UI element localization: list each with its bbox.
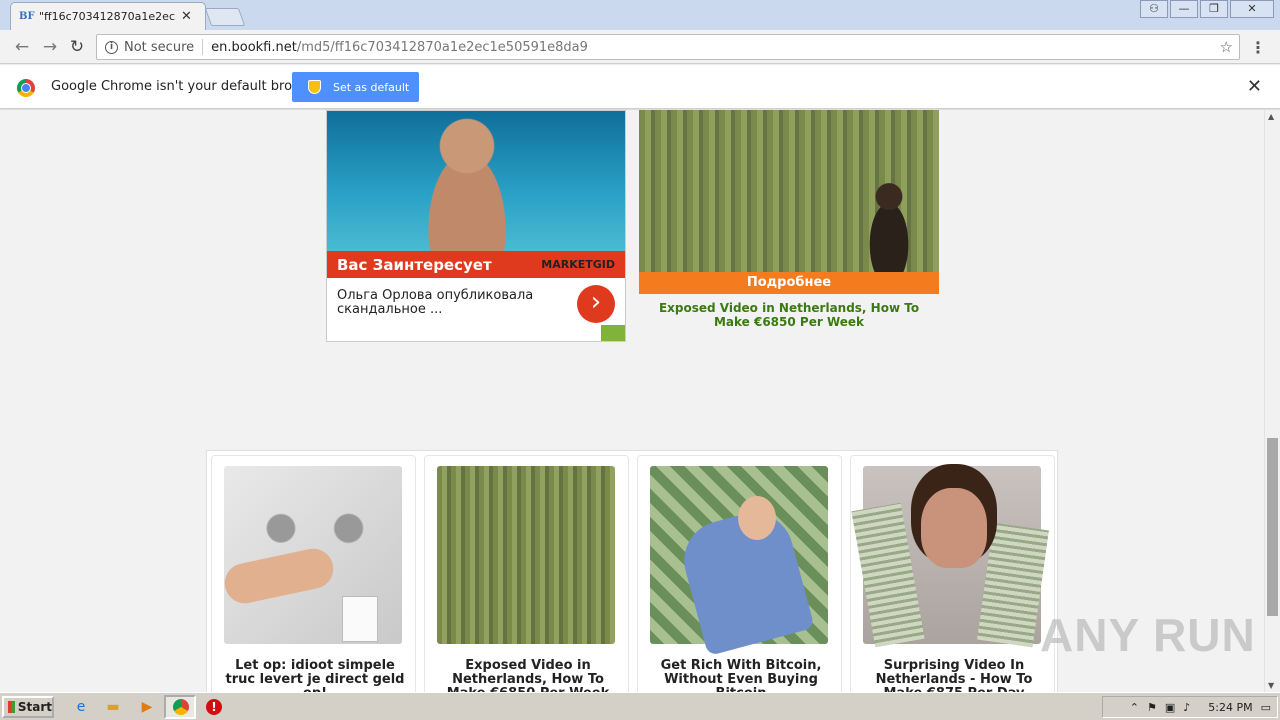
ad-banner-title: Вас Заинтересует [337, 255, 492, 274]
more-details-button[interactable]: Подробнее [639, 272, 939, 294]
media-player-icon[interactable]: ▶ [138, 698, 156, 716]
ad-arrow-button[interactable]: › [577, 285, 615, 323]
chrome-taskbar-button[interactable] [164, 695, 196, 719]
window-controls: ⚇ — ❐ ✕ [1140, 0, 1274, 18]
default-browser-infobar: Google Chrome isn't your default browser… [0, 65, 1280, 109]
card-money-video[interactable]: Exposed Video in Netherlands, How To Mak… [424, 455, 629, 692]
set-as-default-button[interactable]: Set as default [292, 72, 419, 102]
scrollbar-thumb[interactable] [1267, 438, 1278, 616]
bookmark-star-icon[interactable]: ☆ [1220, 38, 1233, 56]
browser-toolbar: ← → ↻ i Not secure en.bookfi.net/md5/ff1… [0, 30, 1280, 64]
tray-expand-icon[interactable]: ⌃ [1130, 701, 1139, 714]
alert-icon[interactable]: ! [206, 699, 222, 715]
page-content: Вас Заинтересует MARKETGID Ольга Орлова … [0, 110, 1264, 692]
card-image[interactable] [437, 466, 615, 644]
ad-link[interactable]: Exposed Video in Netherlands, How To Mak… [639, 301, 939, 329]
card-image[interactable] [221, 466, 402, 644]
browser-tab[interactable]: BF "ff16c703412870a1e2ec1e5 ✕ [10, 2, 206, 30]
card-socket[interactable]: Let op: idioot simpele truc levert je di… [211, 455, 416, 692]
bookfi-favicon-icon: BF [19, 10, 35, 22]
chrome-menu-icon[interactable]: ⋮ [1250, 38, 1266, 57]
reload-icon[interactable]: ↻ [67, 37, 87, 57]
windows-logo-icon [8, 701, 15, 713]
marketgid-ad[interactable]: Вас Заинтересует MARKETGID Ольга Орлова … [326, 110, 626, 342]
action-center-flag-icon[interactable]: ⚑ [1147, 701, 1157, 714]
image-finger [221, 545, 337, 607]
card-image[interactable] [851, 466, 1049, 648]
ad-image-money[interactable] [639, 110, 939, 272]
set-as-default-label: Set as default [333, 80, 410, 94]
tab-title: "ff16c703412870a1e2ec1e5 [39, 10, 175, 23]
user-profile-icon[interactable]: ⚇ [1140, 0, 1168, 18]
image-cash-left [851, 502, 925, 648]
ad-image-man [859, 180, 919, 272]
image-plug [342, 596, 378, 642]
internet-explorer-icon[interactable]: e [72, 698, 90, 716]
tab-close-icon[interactable]: ✕ [181, 9, 192, 24]
close-window-button[interactable]: ✕ [1230, 0, 1274, 18]
card-bitcoin[interactable]: Get Rich With Bitcoin, Without Even Buyi… [637, 455, 842, 692]
ad-corner-badge-icon[interactable] [601, 325, 625, 341]
shield-icon [308, 80, 321, 94]
infobar-close-icon[interactable]: ✕ [1247, 76, 1262, 97]
show-desktop-icon[interactable]: ▭ [1261, 701, 1271, 714]
network-icon[interactable]: ▣ [1165, 701, 1175, 714]
minimize-button[interactable]: — [1170, 0, 1198, 18]
card-image[interactable] [650, 466, 828, 657]
volume-icon[interactable]: ♪ [1183, 701, 1190, 714]
folder-icon[interactable]: ▬ [104, 698, 122, 716]
image-cash-right [977, 522, 1049, 648]
new-tab-button[interactable] [204, 8, 246, 26]
start-button[interactable]: Start [2, 696, 54, 718]
image-face [921, 488, 987, 568]
recommendation-cards: Let op: idioot simpele truc levert je di… [206, 450, 1058, 692]
address-separator [202, 39, 204, 55]
card-surprising-video[interactable]: Surprising Video In Netherlands - How To… [850, 455, 1055, 692]
start-label: Start [17, 700, 52, 714]
anyrun-watermark: ANY RUN [1040, 609, 1256, 661]
scroll-up-icon[interactable]: ▲ [1268, 112, 1274, 121]
security-label[interactable]: Not secure [124, 40, 194, 55]
ad-image-person [407, 111, 527, 251]
chrome-logo-icon [17, 79, 35, 97]
title-bar: BF "ff16c703412870a1e2ec1e5 ✕ ⚇ — ❐ ✕ [0, 0, 1280, 30]
clock[interactable]: 5:24 PM [1208, 701, 1252, 714]
taskbar: Start e ▬ ▶ ! ⌃ ⚑ ▣ ♪ 5:24 PM ▭ [0, 692, 1280, 720]
card-title[interactable]: Let op: idioot simpele truc levert je di… [220, 659, 410, 693]
ad-image-pool[interactable] [327, 111, 625, 251]
card-title[interactable]: Exposed Video in Netherlands, How To Mak… [433, 659, 623, 693]
restore-button[interactable]: ❐ [1200, 0, 1228, 18]
image-face [738, 496, 776, 540]
forward-arrow-icon[interactable]: → [40, 37, 60, 57]
page-scrollbar[interactable]: ▲ ▼ [1264, 110, 1280, 692]
ad-banner: Вас Заинтересует MARKETGID [327, 251, 625, 278]
system-tray: ⌃ ⚑ ▣ ♪ 5:24 PM ▭ [1102, 696, 1278, 718]
back-arrow-icon[interactable]: ← [12, 37, 32, 57]
chrome-taskbar-icon [173, 699, 189, 715]
address-bar[interactable]: i Not secure en.bookfi.net/md5/ff16c7034… [96, 34, 1240, 60]
card-title[interactable]: Surprising Video In Netherlands - How To… [859, 659, 1049, 693]
scroll-down-icon[interactable]: ▼ [1268, 681, 1274, 690]
url-path: /md5/ff16c703412870a1e2ec1e50591e8da9 [296, 39, 588, 55]
ad-caption[interactable]: Ольга Орлова опубликовала скандальное ..… [337, 289, 557, 317]
info-icon[interactable]: i [105, 40, 118, 54]
money-ad[interactable]: Подробнее Exposed Video in Netherlands, … [639, 110, 939, 342]
url-host: en.bookfi.net [211, 39, 297, 55]
ad-brand-logo: MARKETGID [541, 258, 615, 271]
infobar-message: Google Chrome isn't your default browser [51, 79, 323, 94]
card-title[interactable]: Get Rich With Bitcoin, Without Even Buyi… [646, 659, 836, 693]
